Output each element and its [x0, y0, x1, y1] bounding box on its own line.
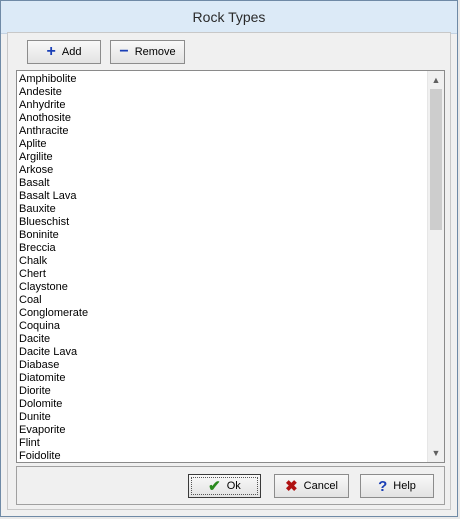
rock-types-items: Amphibolite Andesite Anhydrite Anothosite An…	[17, 73, 427, 462]
list-item[interactable]: Foidolite	[17, 450, 427, 462]
cancel-button-label: Cancel	[303, 480, 338, 492]
list-item[interactable]: Conglomerate	[17, 307, 427, 320]
remove-button[interactable]: − Remove	[110, 40, 185, 64]
rock-types-dialog: Rock Types + Add − Remove Amphibolite And…	[0, 0, 458, 517]
list-item[interactable]: Diorite	[17, 385, 427, 398]
list-item[interactable]: Flint	[17, 437, 427, 450]
ok-button[interactable]: ✔ Ok	[188, 474, 261, 498]
list-item[interactable]: Amphibolite	[17, 73, 427, 86]
cancel-button[interactable]: ✖ Cancel	[274, 474, 349, 498]
list-item[interactable]: Andesite	[17, 86, 427, 99]
vertical-scrollbar[interactable]: ▲ ▼	[427, 71, 444, 462]
list-item[interactable]: Claystone	[17, 281, 427, 294]
ok-button-label: Ok	[226, 480, 241, 492]
scroll-thumb[interactable]	[430, 89, 442, 230]
window-title: Rock Types	[192, 9, 266, 25]
scroll-down-icon[interactable]: ▼	[428, 445, 444, 461]
remove-button-label: Remove	[134, 46, 176, 58]
list-item[interactable]: Dacite	[17, 333, 427, 346]
list-item[interactable]: Evaporite	[17, 424, 427, 437]
list-item[interactable]: Dunite	[17, 411, 427, 424]
help-button-label: Help	[393, 480, 416, 492]
list-item[interactable]: Anthracite	[17, 125, 427, 138]
list-item[interactable]: Diatomite	[17, 372, 427, 385]
plus-icon: +	[46, 43, 56, 60]
add-button[interactable]: + Add	[27, 40, 101, 64]
list-item[interactable]: Arkose	[17, 164, 427, 177]
list-item[interactable]: Dacite Lava	[17, 346, 427, 359]
list-item[interactable]: Bauxite	[17, 203, 427, 216]
scroll-up-icon[interactable]: ▲	[428, 72, 444, 88]
rock-types-list[interactable]: Amphibolite Andesite Anhydrite Anothosite An…	[16, 70, 445, 463]
add-button-label: Add	[61, 46, 82, 58]
list-item[interactable]: Blueschist	[17, 216, 427, 229]
list-item[interactable]: Dolomite	[17, 398, 427, 411]
list-item[interactable]: Anhydrite	[17, 99, 427, 112]
minus-icon: −	[119, 43, 129, 60]
x-icon: ✖	[285, 478, 298, 495]
list-item[interactable]: Argilite	[17, 151, 427, 164]
list-item[interactable]: Anothosite	[17, 112, 427, 125]
list-item[interactable]: Breccia	[17, 242, 427, 255]
title-bar: Rock Types	[1, 1, 457, 34]
question-icon: ?	[378, 477, 388, 495]
list-item[interactable]: Chert	[17, 268, 427, 281]
list-item[interactable]: Aplite	[17, 138, 427, 151]
help-button[interactable]: ? Help	[360, 474, 434, 498]
list-item[interactable]: Diabase	[17, 359, 427, 372]
list-item[interactable]: Chalk	[17, 255, 427, 268]
list-item[interactable]: Coquina	[17, 320, 427, 333]
checkmark-icon: ✔	[208, 478, 221, 495]
list-item[interactable]: Basalt Lava	[17, 190, 427, 203]
list-item[interactable]: Coal	[17, 294, 427, 307]
list-item[interactable]: Basalt	[17, 177, 427, 190]
list-item[interactable]: Boninite	[17, 229, 427, 242]
